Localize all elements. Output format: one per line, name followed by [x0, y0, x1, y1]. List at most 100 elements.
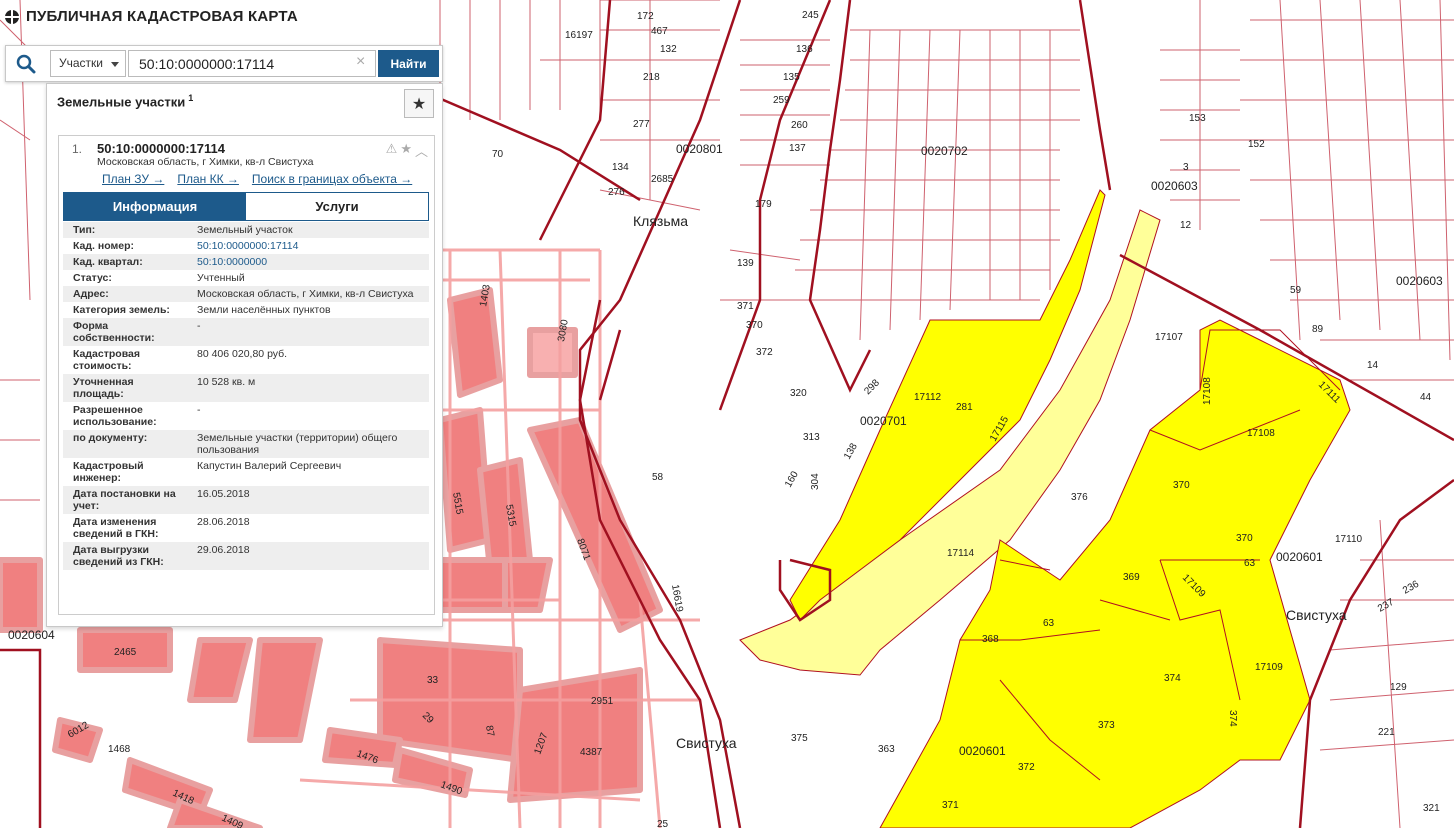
parcel-label: 63 [1043, 618, 1055, 629]
parcel-label: 17108 [1202, 377, 1213, 405]
result-card: 1. 50:10:0000000:17114 Московская област… [58, 135, 435, 615]
result-index: 1. [72, 142, 83, 156]
info-label: Кад. квартал: [73, 256, 143, 268]
parcel-label: 132 [660, 44, 677, 55]
parcel-label: 89 [1312, 324, 1324, 335]
info-label: Дата изменения сведений в ГКН: [73, 516, 159, 540]
chevron-up-icon[interactable]: ︿ [415, 141, 428, 160]
info-row: Адрес: Московская область, г Химки, кв-л … [63, 286, 429, 302]
parcel-label: 221 [1378, 727, 1395, 738]
parcel-label: 276 [608, 187, 625, 198]
parcel-label: 372 [1018, 762, 1035, 773]
cad-quarter-link[interactable]: 50:10:0000000 [187, 254, 429, 270]
info-label: Уточненная площадь: [73, 376, 134, 400]
favorites-button[interactable]: ★ [404, 89, 434, 118]
quarter-label: 0020601 [959, 744, 1006, 758]
parcel-label: 245 [802, 10, 819, 21]
info-row: Тип: Земельный участок [63, 222, 429, 238]
quarter-label: 0020702 [921, 144, 968, 158]
parcel-label: 321 [1423, 803, 1440, 814]
parcel-label: 374 [1164, 673, 1181, 684]
parcel-label: 152 [1248, 139, 1265, 150]
plan-zu-link[interactable]: План ЗУ → [102, 172, 164, 186]
result-cad-number[interactable]: 50:10:0000000:17114 [97, 141, 225, 156]
search-input[interactable] [128, 50, 376, 77]
object-type-select[interactable]: Участки [50, 50, 126, 77]
info-row: Дата изменения сведений в ГКН: 28.06.2018 [63, 514, 429, 542]
star-icon[interactable]: ★ [400, 141, 412, 160]
info-row: Статус: Учтенный [63, 270, 429, 286]
parcel-label: 370 [746, 320, 763, 331]
result-address: Московская область, г Химки, кв-л Свисту… [97, 156, 314, 168]
parcel-label: 369 [1123, 572, 1140, 583]
app-title: ПУБЛИЧНАЯ КАДАСТРОВАЯ КАРТА [26, 8, 298, 25]
parcel-label: 260 [791, 120, 808, 131]
parcel-label: 16197 [565, 30, 593, 41]
info-label: Дата постановки на учет: [73, 488, 176, 512]
results-panel: Земельные участки 1 ★ 1. 50:10:0000000:17… [46, 83, 443, 627]
chevron-down-icon [111, 62, 119, 67]
parcel-label: 17112 [914, 392, 942, 403]
clear-icon[interactable]: × [356, 54, 365, 70]
card-actions: ⚠ ★ ︿ [386, 141, 428, 160]
app-header: ПУБЛИЧНАЯ КАДАСТРОВАЯ КАРТА [4, 8, 298, 25]
tab-information[interactable]: Информация [64, 193, 246, 220]
parcel-label: 2465 [114, 647, 137, 658]
info-row: Разрешенное использование: - [63, 402, 429, 430]
info-value: 28.06.2018 [197, 516, 250, 528]
place-svistukha-2: Свистуха [676, 735, 737, 751]
info-row: Форма собственности: - [63, 318, 429, 346]
warning-icon[interactable]: ⚠ [386, 141, 398, 160]
cad-number-link[interactable]: 50:10:0000000:17114 [187, 238, 429, 254]
info-label: Форма собственности: [73, 320, 155, 344]
panel-title: Земельные участки 1 [57, 93, 193, 109]
parcel-label: 371 [942, 800, 959, 811]
parcel-label: 139 [737, 258, 754, 269]
quarter-label: 0020801 [676, 142, 723, 156]
find-button[interactable]: Найти [378, 50, 439, 77]
info-row: Кадастровая стоимость: 80 406 020,80 руб. [63, 346, 429, 374]
panel-title-text: Земельные участки [57, 94, 186, 110]
parcel-label: 370 [1173, 480, 1190, 491]
info-value: 80 406 020,80 руб. [197, 348, 288, 360]
object-type-value: Участки [59, 56, 103, 70]
parcel-label: 373 [1098, 720, 1115, 731]
quarter-label: 0020603 [1151, 179, 1198, 193]
parcel-label: 129 [1390, 682, 1407, 693]
info-value: Земли населённых пунктов [197, 304, 331, 316]
info-row: Кад. номер: 50:10:0000000:17114 [63, 238, 429, 254]
info-label: Категория земель: [73, 304, 170, 316]
plan-kk-link[interactable]: План КК → [177, 172, 239, 186]
info-label: Разрешенное использование: [73, 404, 157, 428]
info-label: Дата выгрузки сведений из ГКН: [73, 544, 164, 568]
quarter-label: 0020601 [1276, 550, 1323, 564]
info-row: Категория земель: Земли населённых пункто… [63, 302, 429, 318]
parcel-label: 374 [1227, 710, 1238, 727]
parcel-label: 2685 [651, 174, 674, 185]
search-icon[interactable] [16, 54, 36, 74]
parcel-label: 172 [637, 11, 654, 22]
parcel-label: 376 [1071, 492, 1088, 503]
info-label: Тип: [73, 224, 96, 236]
parcel-label: 14 [1367, 360, 1379, 371]
parcel-label: 363 [878, 744, 895, 755]
parcel-label: 4387 [580, 747, 603, 758]
parcel-label: 467 [651, 26, 668, 37]
info-label: Кадастровая стоимость: [73, 348, 140, 372]
search-bar: Участки × Найти [5, 45, 443, 82]
info-row: Кадастровый инженер: Капустин Валерий Сер… [63, 458, 429, 486]
card-links: План ЗУ → План КК → Поиск в границах объ… [102, 172, 412, 186]
parcel-label: 33 [427, 675, 439, 686]
parcel-label: 372 [756, 347, 773, 358]
parcel-label: 320 [790, 388, 807, 399]
parcel-label: 313 [803, 432, 820, 443]
search-in-bounds-link[interactable]: Поиск в границах объекта → [252, 172, 412, 186]
tab-services[interactable]: Услуги [246, 193, 428, 220]
parcel-label: 259 [773, 95, 790, 106]
parcel-label: 135 [783, 72, 800, 83]
parcel-label: 368 [982, 634, 999, 645]
parcel-label: 371 [737, 301, 754, 312]
result-count: 1 [188, 93, 194, 103]
parcel-label: 136 [796, 44, 813, 55]
parcel-label: 179 [755, 199, 772, 210]
